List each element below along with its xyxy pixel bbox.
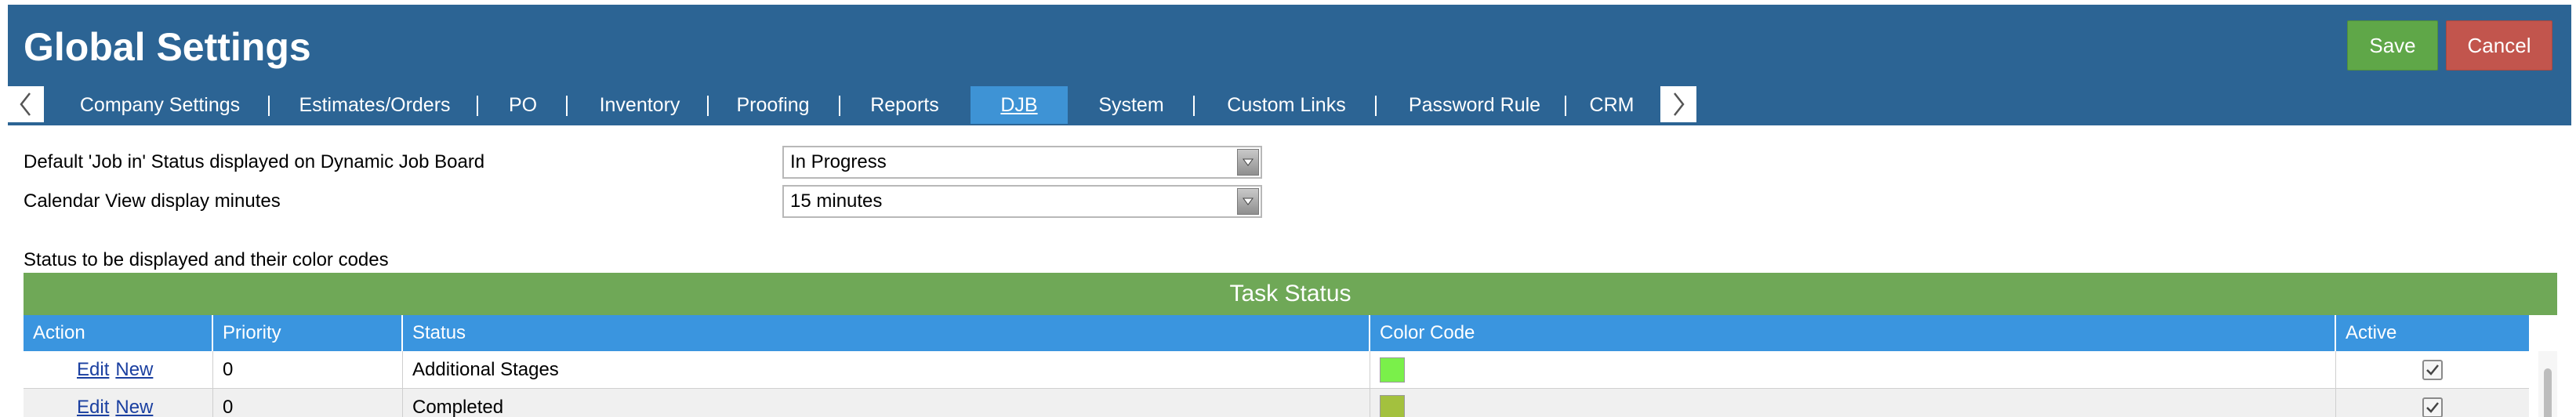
dropdown-arrow-icon[interactable] — [1237, 149, 1259, 176]
color-swatch — [1380, 395, 1405, 417]
action-cell: Edit New — [24, 351, 213, 389]
page-title: Global Settings — [24, 25, 311, 69]
tab-custom-links[interactable]: Custom Links — [1204, 86, 1369, 124]
global-settings-page: Global Settings Save Cancel Company Sett… — [0, 0, 2576, 417]
job-in-status-label: Default 'Job in' Status displayed on Dyn… — [24, 151, 485, 172]
tab-separator — [1565, 96, 1566, 116]
tab-system[interactable]: System — [1077, 86, 1185, 124]
tab-separator — [839, 96, 840, 116]
settings-header: Global Settings Save Cancel Company Sett… — [8, 5, 2571, 125]
priority-cell: 0 — [213, 389, 403, 417]
active-checkbox[interactable] — [2422, 397, 2443, 417]
tab-reports[interactable]: Reports — [850, 86, 960, 124]
column-header-priority: Priority — [213, 315, 403, 351]
task-status-table: Task Status Action Priority Status Color… — [24, 273, 2557, 417]
active-cell — [2336, 389, 2529, 417]
save-button[interactable]: Save — [2347, 20, 2438, 71]
table-row: Edit New 0 Additional Stages — [24, 351, 2529, 389]
column-header-color-code: Color Code — [1370, 315, 2336, 351]
tab-crm[interactable]: CRM — [1573, 86, 1651, 124]
job-in-status-select[interactable]: In Progress — [782, 146, 1262, 179]
action-cell: Edit New — [24, 389, 213, 417]
cancel-button[interactable]: Cancel — [2446, 20, 2552, 71]
tab-scroll-left-button[interactable] — [8, 86, 44, 122]
color-code-cell — [1370, 351, 2336, 389]
table-row: Edit New 0 Completed — [24, 389, 2529, 417]
status-cell: Additional Stages — [403, 351, 1370, 389]
edit-link[interactable]: Edit — [77, 359, 109, 381]
active-cell — [2336, 351, 2529, 389]
status-cell: Completed — [403, 389, 1370, 417]
active-checkbox[interactable] — [2422, 360, 2443, 380]
tab-proofing[interactable]: Proofing — [718, 86, 828, 124]
table-title: Task Status — [24, 273, 2557, 315]
column-header-active: Active — [2346, 322, 2397, 343]
dropdown-arrow-icon[interactable] — [1237, 188, 1259, 215]
color-swatch — [1380, 357, 1405, 383]
edit-link[interactable]: Edit — [77, 397, 109, 417]
chevron-left-icon — [20, 92, 31, 116]
priority-cell: 0 — [213, 351, 403, 389]
calendar-minutes-label: Calendar View display minutes — [24, 190, 281, 212]
color-code-cell — [1370, 389, 2336, 417]
tab-separator — [707, 96, 709, 116]
scrollbar-thumb[interactable] — [2544, 368, 2552, 417]
tab-estimates-orders[interactable]: Estimates/Orders — [281, 86, 469, 124]
tab-company-settings[interactable]: Company Settings — [63, 86, 257, 124]
new-link[interactable]: New — [115, 359, 153, 381]
column-header-action: Action — [24, 315, 213, 351]
calendar-minutes-value: 15 minutes — [790, 190, 883, 212]
tab-password-rule[interactable]: Password Rule — [1386, 86, 1563, 124]
status-section-label: Status to be displayed and their color c… — [24, 249, 389, 270]
chevron-right-icon — [1674, 92, 1685, 116]
table-header: Action Priority Status Color Code Active — [24, 315, 2529, 351]
tab-separator — [1375, 96, 1377, 116]
tab-separator — [477, 96, 478, 116]
triangle-down-icon — [1243, 198, 1254, 205]
new-link[interactable]: New — [115, 397, 153, 417]
calendar-minutes-select[interactable]: 15 minutes — [782, 185, 1262, 218]
job-in-status-value: In Progress — [790, 151, 887, 172]
column-header-status: Status — [403, 315, 1370, 351]
tab-separator — [566, 96, 568, 116]
tab-inventory[interactable]: Inventory — [580, 86, 699, 124]
triangle-down-icon — [1243, 158, 1254, 166]
checkmark-icon — [2426, 402, 2439, 413]
settings-tab-bar: Company Settings Estimates/Orders PO Inv… — [8, 86, 1732, 124]
tab-po[interactable]: PO — [488, 86, 558, 124]
tab-separator — [1193, 96, 1195, 116]
table-scrollbar[interactable] — [2538, 351, 2557, 417]
checkmark-icon — [2426, 364, 2439, 375]
tab-scroll-right-button[interactable] — [1660, 86, 1696, 122]
tab-djb[interactable]: DJB — [971, 86, 1068, 124]
tab-separator — [268, 96, 270, 116]
